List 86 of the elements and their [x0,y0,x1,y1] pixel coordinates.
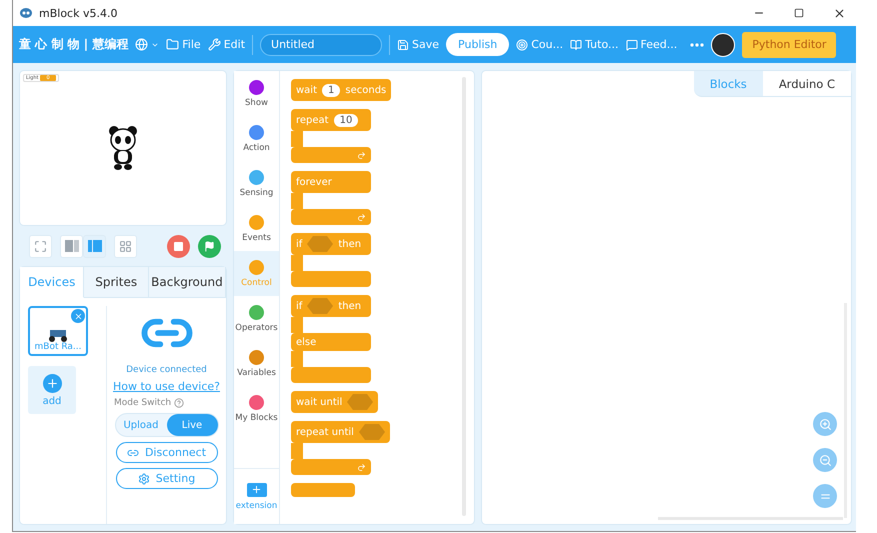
connection-status: Device connected [126,365,207,375]
stage-view-button[interactable] [83,234,106,258]
category-item[interactable]: Control [234,251,279,296]
fullscreen-icon [34,240,47,252]
stop-icon [174,242,183,250]
loop-arrow-icon [357,150,366,160]
gear-icon [138,472,150,484]
block-label: else [296,336,316,348]
menu-item[interactable]: Edit [208,38,246,51]
language-button[interactable] [135,38,160,51]
project-name-field[interactable]: Untitled [260,34,382,56]
target-icon [516,38,528,50]
block-label: forever [296,176,332,188]
add-device-button[interactable]: add [28,366,76,414]
editor-tab[interactable]: Arduino C [762,71,851,97]
help-icon [174,398,184,408]
robot-car-icon [47,328,69,342]
menu-item[interactable]: Feed... [626,38,678,51]
stage-view-button[interactable] [60,234,83,258]
editor-tab[interactable]: Blocks [694,71,763,97]
condition-slot [347,394,374,410]
close-icon[interactable] [832,6,846,20]
chat-icon [626,38,638,50]
block-label: then [338,300,362,312]
maximize-icon[interactable] [794,8,804,18]
zoom-in-icon [818,418,832,430]
help-link[interactable]: How to use device? [113,380,220,393]
panel-tab[interactable]: Background [148,267,226,298]
stop-button[interactable] [167,234,190,258]
publish-button[interactable]: Publish [446,33,510,56]
menu-item[interactable]: Tuto... [570,38,618,51]
close-icon [74,312,82,320]
loop-arrow-icon [357,462,366,472]
block-label: then [338,238,362,250]
device-card[interactable]: mBot Ra... [28,306,88,356]
panel-tab[interactable]: Devices [20,267,84,298]
more-button[interactable] [690,42,704,46]
book-icon [570,38,582,50]
stage-view-button[interactable] [114,234,137,258]
stage-view-button[interactable] [29,234,52,258]
small-stage-icon [64,240,78,252]
save-button[interactable]: Save [397,38,440,51]
flag-icon [204,240,215,252]
window-title: mBlock v5.4.0 [39,6,118,20]
user-avatar[interactable] [711,32,736,56]
app-logo-icon [19,7,33,19]
zoom-out-button[interactable] [813,448,837,472]
mode-option[interactable]: Upload [116,414,166,436]
setting-button[interactable]: Setting [116,468,218,489]
wrench-icon [208,38,221,51]
block-label: repeat until [296,426,354,438]
loop-arrow-icon [357,212,366,222]
condition-slot [307,298,334,314]
condition-slot [358,424,385,440]
folder-icon [166,38,180,51]
save-icon [397,38,410,50]
panda-sprite-drawing [108,126,138,170]
zoom-out-icon [818,454,832,466]
menu-item[interactable]: File [166,38,201,51]
block-label: wait until [296,396,342,408]
plus-icon [42,374,62,392]
grid-icon [119,240,132,252]
block-label: if [296,238,302,250]
large-stage-icon [88,240,102,252]
mode-option[interactable]: Live [166,414,218,436]
block-label: repeat [296,114,329,126]
zoom-in-button[interactable] [813,412,837,436]
block-label: wait [296,84,318,96]
go-button[interactable] [198,234,221,258]
block-label: if [296,300,302,312]
menu-item[interactable]: Cou... [516,38,564,51]
globe-icon [135,38,148,51]
condition-slot [307,236,334,252]
block-label: seconds [345,84,386,96]
plus-icon [246,482,266,496]
panel-tab[interactable]: Sprites [84,267,149,298]
disconnect-button[interactable]: Disconnect [116,442,218,463]
python-editor-button[interactable]: Python Editor [742,32,836,58]
brand-logo: 童 心 制 物 | 慧编程 [19,36,128,53]
mode-switch-label: Mode Switch [114,398,172,408]
mode-toggle[interactable]: Upload Live [114,413,218,437]
remove-badge[interactable] [71,309,85,323]
zoom-reset-button[interactable] [813,484,837,508]
more-icon [690,42,704,46]
extension-button[interactable]: extension [234,468,279,524]
code-block [291,483,355,497]
